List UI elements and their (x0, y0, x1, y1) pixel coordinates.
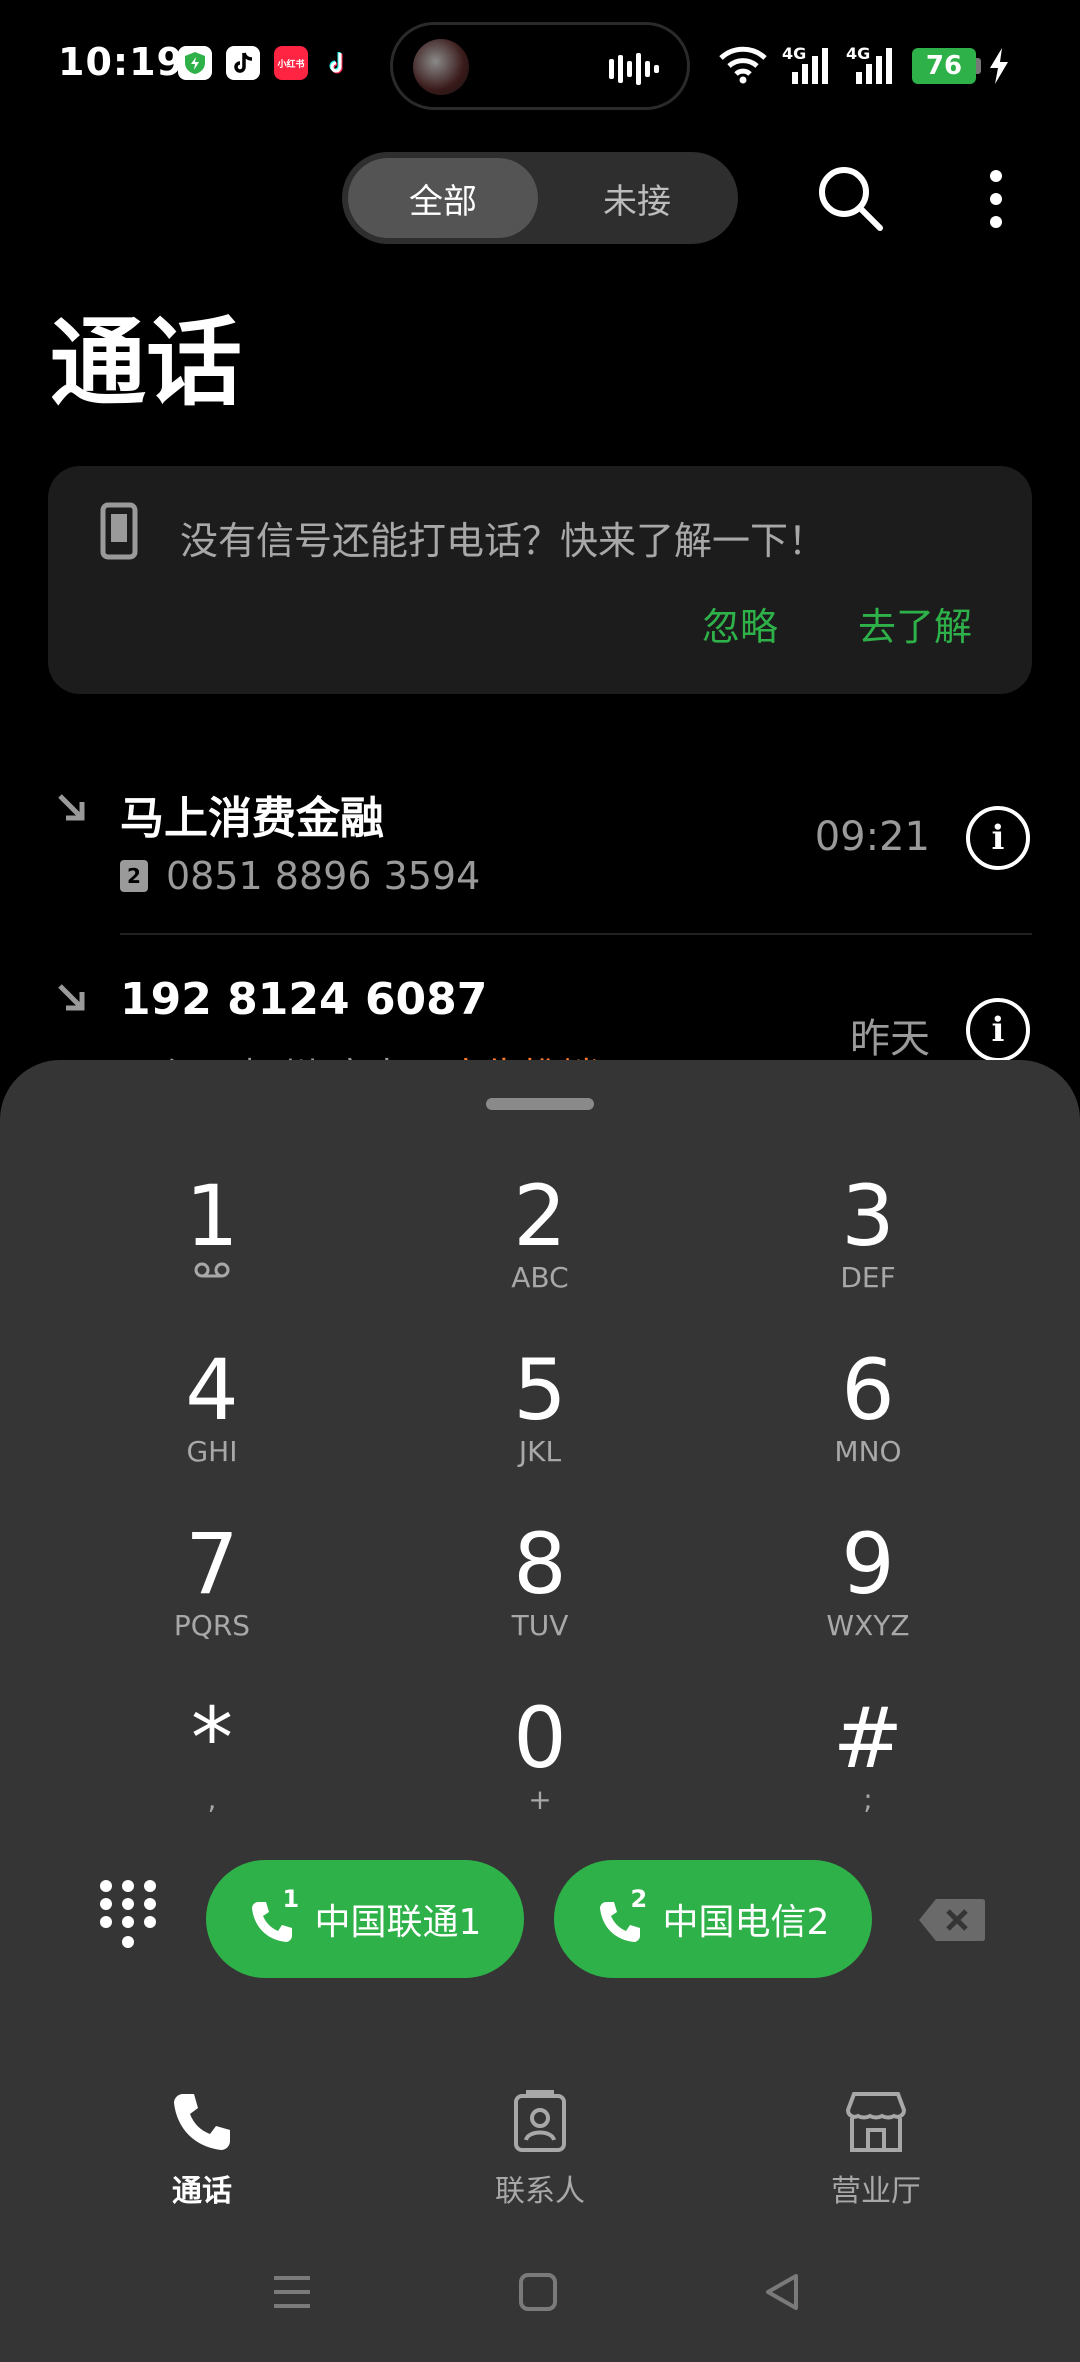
key-digit: 9 (841, 1515, 895, 1613)
key-digit: 5 (513, 1341, 567, 1439)
key-digit: 0 (513, 1689, 567, 1787)
key-digit: 1 (185, 1167, 239, 1265)
status-time: 10:19 (58, 40, 184, 84)
key-letters: ABC (511, 1261, 569, 1294)
promo-learn-more-button[interactable]: 去了解 (858, 596, 972, 651)
tiktok-icon (226, 46, 260, 80)
key-2[interactable]: 2 ABC (440, 1170, 640, 1320)
backspace-icon[interactable] (918, 1897, 986, 1943)
signal-icon (792, 48, 828, 84)
audio-waveform-icon (609, 53, 659, 85)
call-log-row[interactable]: 192 8124 6087 江西抚州 广电 广告推销 昨天 i (0, 950, 1080, 1070)
signal-icon-2 (856, 48, 892, 84)
dynamic-island[interactable] (390, 22, 690, 110)
key-digit: # (832, 1689, 904, 1787)
row-divider (120, 933, 1032, 935)
sim1-badge: 1 (282, 1885, 300, 1913)
call-time: 09:21 (814, 814, 930, 860)
tab-missed[interactable]: 未接 (542, 158, 732, 238)
wifi-icon (719, 46, 767, 84)
key-letters: TUV (511, 1609, 569, 1642)
call-sim2-button[interactable]: 2 中国电信2 (554, 1860, 872, 1978)
key-4[interactable]: 4 GHI (112, 1344, 312, 1494)
key-letters: MNO (834, 1435, 902, 1468)
key-letters: , (207, 1783, 217, 1816)
call-sim1-button[interactable]: 1 中国联通1 (206, 1860, 524, 1978)
dialpad-toggle-icon[interactable] (96, 1876, 160, 1952)
key-digit: 3 (841, 1167, 895, 1265)
caller-name: 马上消费金融 (120, 793, 384, 844)
phone-sim2-icon: 2 (597, 1885, 649, 1945)
search-icon[interactable] (816, 164, 886, 234)
key-7[interactable]: 7 PQRS (112, 1518, 312, 1668)
recent-apps-icon[interactable] (272, 2272, 312, 2312)
caller-number: 0851 8896 3594 (166, 854, 481, 898)
key-digit: * (191, 1689, 233, 1787)
key-letters: + (528, 1783, 552, 1816)
key-letters: JKL (518, 1435, 562, 1468)
phone-device-icon (100, 502, 138, 560)
phone-sim1-icon: 1 (249, 1885, 301, 1945)
tiktok-lite-icon (322, 46, 356, 80)
promo-card: 没有信号还能打电话？快来了解一下！ 忽略 去了解 (48, 466, 1032, 694)
home-icon[interactable] (518, 2272, 558, 2312)
battery-level: 76 (912, 48, 976, 84)
store-icon (845, 2092, 907, 2152)
nav-contacts-label: 联系人 (495, 2174, 585, 2209)
call-time: 昨天 (850, 1016, 930, 1062)
incoming-call-icon (58, 984, 85, 1011)
sim1-label: 中国联通1 (314, 1902, 482, 1943)
key-star[interactable]: * , (112, 1692, 312, 1842)
key-letters: ; (863, 1783, 873, 1816)
promo-text: 没有信号还能打电话？快来了解一下！ (180, 519, 827, 563)
key-digit: 2 (513, 1167, 567, 1265)
sim2-label: 中国电信2 (662, 1902, 830, 1943)
drag-handle[interactable] (486, 1098, 594, 1110)
key-digit: 6 (841, 1341, 895, 1439)
back-icon[interactable] (762, 2272, 802, 2312)
key-5[interactable]: 5 JKL (440, 1344, 640, 1494)
caller-name: 192 8124 6087 (120, 974, 488, 1025)
key-digit: 4 (185, 1341, 239, 1439)
promo-ignore-button[interactable]: 忽略 (702, 596, 778, 651)
nav-calls-label: 通话 (172, 2174, 232, 2209)
security-app-icon (178, 46, 212, 80)
call-info-button[interactable]: i (966, 806, 1030, 870)
key-8[interactable]: 8 TUV (440, 1518, 640, 1668)
sim2-badge: 2 (630, 1885, 648, 1913)
key-letters: WXYZ (826, 1609, 910, 1642)
sim-card-icon: 2 (120, 860, 148, 892)
key-6[interactable]: 6 MNO (768, 1344, 968, 1494)
xiaohongshu-icon: 小红书 (274, 46, 308, 80)
tab-all[interactable]: 全部 (348, 158, 538, 238)
key-hash[interactable]: # ; (768, 1692, 968, 1842)
call-info-button[interactable]: i (966, 998, 1030, 1062)
battery-tip (976, 58, 981, 74)
nav-contacts[interactable]: 联系人 (440, 2090, 640, 2210)
charging-icon (990, 48, 1008, 84)
incoming-call-icon (58, 794, 85, 821)
key-letters: DEF (840, 1261, 896, 1294)
call-log-row[interactable]: 马上消费金融 2 0851 8896 3594 09:21 i (0, 760, 1080, 930)
key-letters: PQRS (173, 1609, 251, 1642)
key-0[interactable]: 0 + (440, 1692, 640, 1842)
call-filter-tabs: 全部 未接 (342, 152, 738, 244)
phone-icon (174, 2094, 230, 2150)
nav-store-label: 营业厅 (831, 2174, 921, 2209)
key-letters: GHI (186, 1435, 238, 1468)
now-playing-artwork (413, 39, 469, 95)
contacts-icon (514, 2090, 566, 2152)
key-digit: 7 (185, 1515, 239, 1613)
nav-calls[interactable]: 通话 (102, 2090, 302, 2210)
page-title: 通话 (50, 307, 242, 419)
more-options-icon[interactable] (982, 168, 1010, 230)
key-digit: 8 (513, 1515, 567, 1613)
voicemail-icon (194, 1262, 230, 1278)
key-3[interactable]: 3 DEF (768, 1170, 968, 1320)
key-1[interactable]: 1 (112, 1170, 312, 1320)
key-9[interactable]: 9 WXYZ (768, 1518, 968, 1668)
nav-store[interactable]: 营业厅 (776, 2090, 976, 2210)
